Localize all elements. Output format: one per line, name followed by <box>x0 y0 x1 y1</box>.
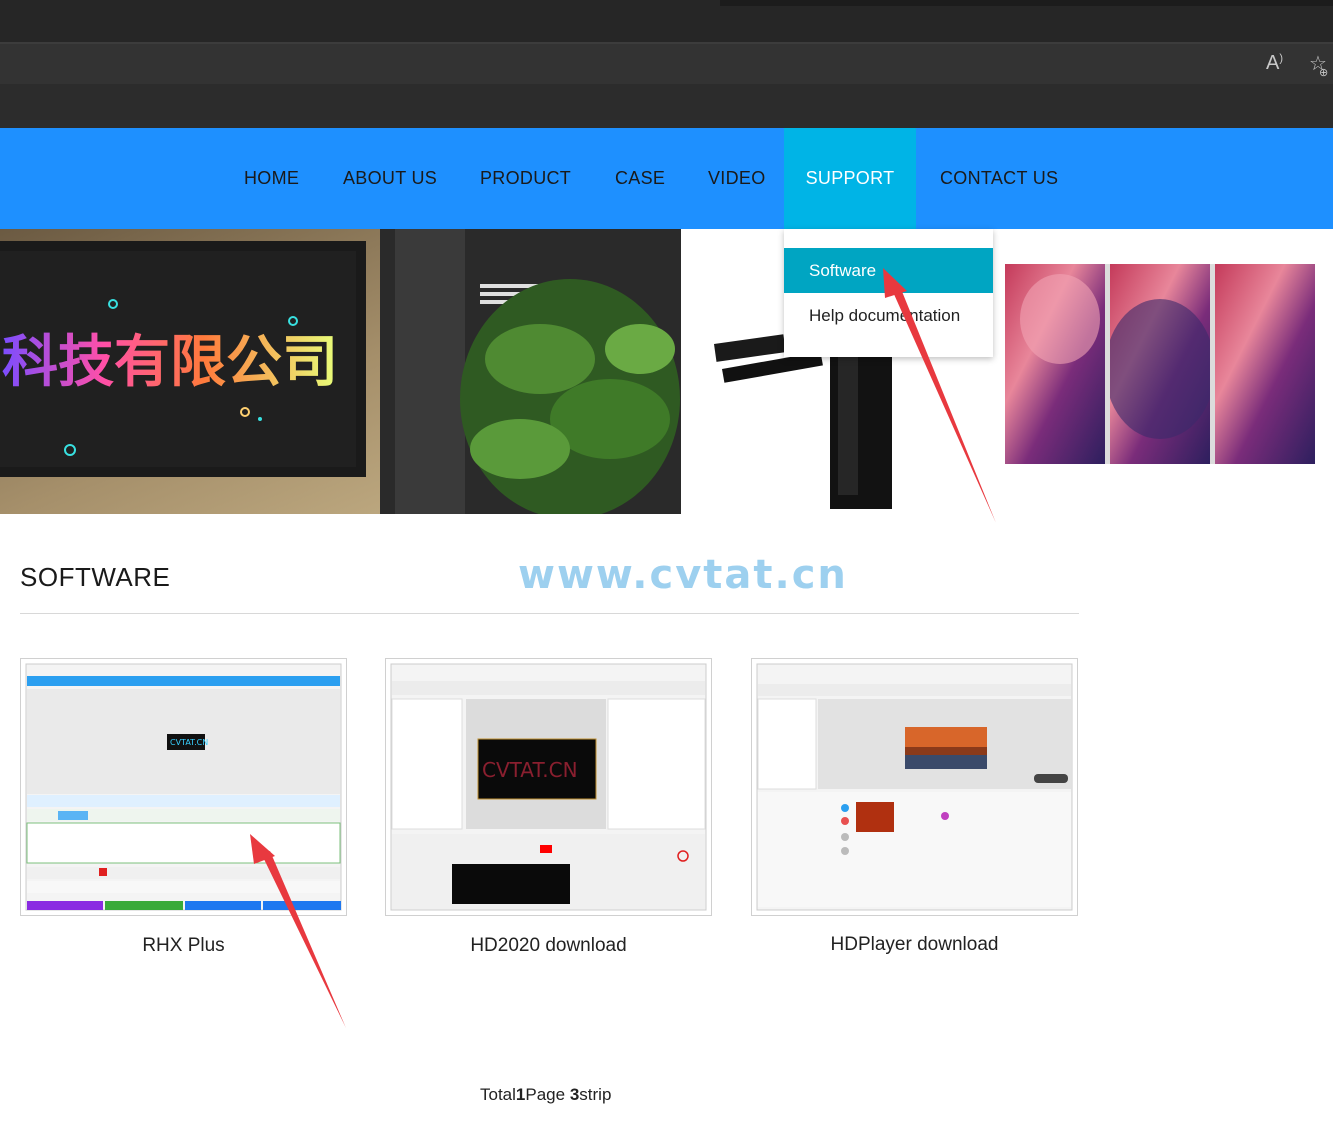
nav-product[interactable]: PRODUCT <box>480 128 571 229</box>
banner-image: 科技有限公司 <box>0 229 1315 514</box>
hdplayer-screenshot <box>756 663 1073 911</box>
browser-address-bar: A) ☆⊕ <box>0 44 1333 84</box>
software-card-rhx-plus[interactable]: CVTAT.CN <box>20 658 347 916</box>
browser-title-bar <box>0 0 1333 42</box>
browser-tab-strip <box>720 0 1333 6</box>
nav-support[interactable]: SUPPORT <box>784 128 916 229</box>
pagination-total-label: Total <box>480 1085 516 1104</box>
sign-text: 科技有限公司 <box>2 330 338 395</box>
nav-contact-us[interactable]: CONTACT US <box>940 128 1058 229</box>
nav-case[interactable]: CASE <box>615 128 665 229</box>
nav-home[interactable]: HOME <box>244 128 299 229</box>
watermark-text: www.cvtat.cn <box>518 552 848 598</box>
software-card-label[interactable]: HD2020 download <box>385 935 712 957</box>
nav-video[interactable]: VIDEO <box>708 128 766 229</box>
read-aloud-icon[interactable]: A) <box>1266 52 1283 75</box>
pagination-total-value: 1 <box>515 1085 526 1104</box>
browser-toolbar <box>0 84 1333 128</box>
pagination-unit-label: strip <box>579 1085 612 1104</box>
rhx-screen-text: CVTAT.CN <box>170 738 208 747</box>
software-card-hdplayer[interactable] <box>751 658 1078 916</box>
pagination-page-label: Page <box>525 1085 566 1104</box>
main-nav: HOME ABOUT US PRODUCT CASE VIDEO SUPPORT… <box>0 128 1333 229</box>
hd2020-screen-text: CVTAT.CN <box>482 758 578 782</box>
software-card-hd2020[interactable]: CVTAT.CN <box>385 658 712 916</box>
hero-banner: 科技有限公司 <box>0 229 1333 514</box>
section-title: SOFTWARE <box>20 562 171 592</box>
rhx-plus-screenshot: CVTAT.CN <box>25 663 342 911</box>
hd2020-screenshot: CVTAT.CN <box>390 663 707 911</box>
dropdown-software[interactable]: Software <box>784 248 993 293</box>
dropdown-help-documentation[interactable]: Help documentation <box>784 293 993 338</box>
support-dropdown: Software Help documentation <box>784 229 993 357</box>
add-favorite-icon[interactable]: ☆⊕ <box>1309 51 1333 79</box>
nav-about-us[interactable]: ABOUT US <box>343 128 437 229</box>
software-card-label[interactable]: HDPlayer download <box>751 934 1078 956</box>
pagination-summary: Total1Page 3strip <box>480 1085 611 1105</box>
software-card-label[interactable]: RHX Plus <box>20 935 347 957</box>
pagination-count-value: 3 <box>569 1085 580 1104</box>
section-divider <box>20 613 1079 614</box>
